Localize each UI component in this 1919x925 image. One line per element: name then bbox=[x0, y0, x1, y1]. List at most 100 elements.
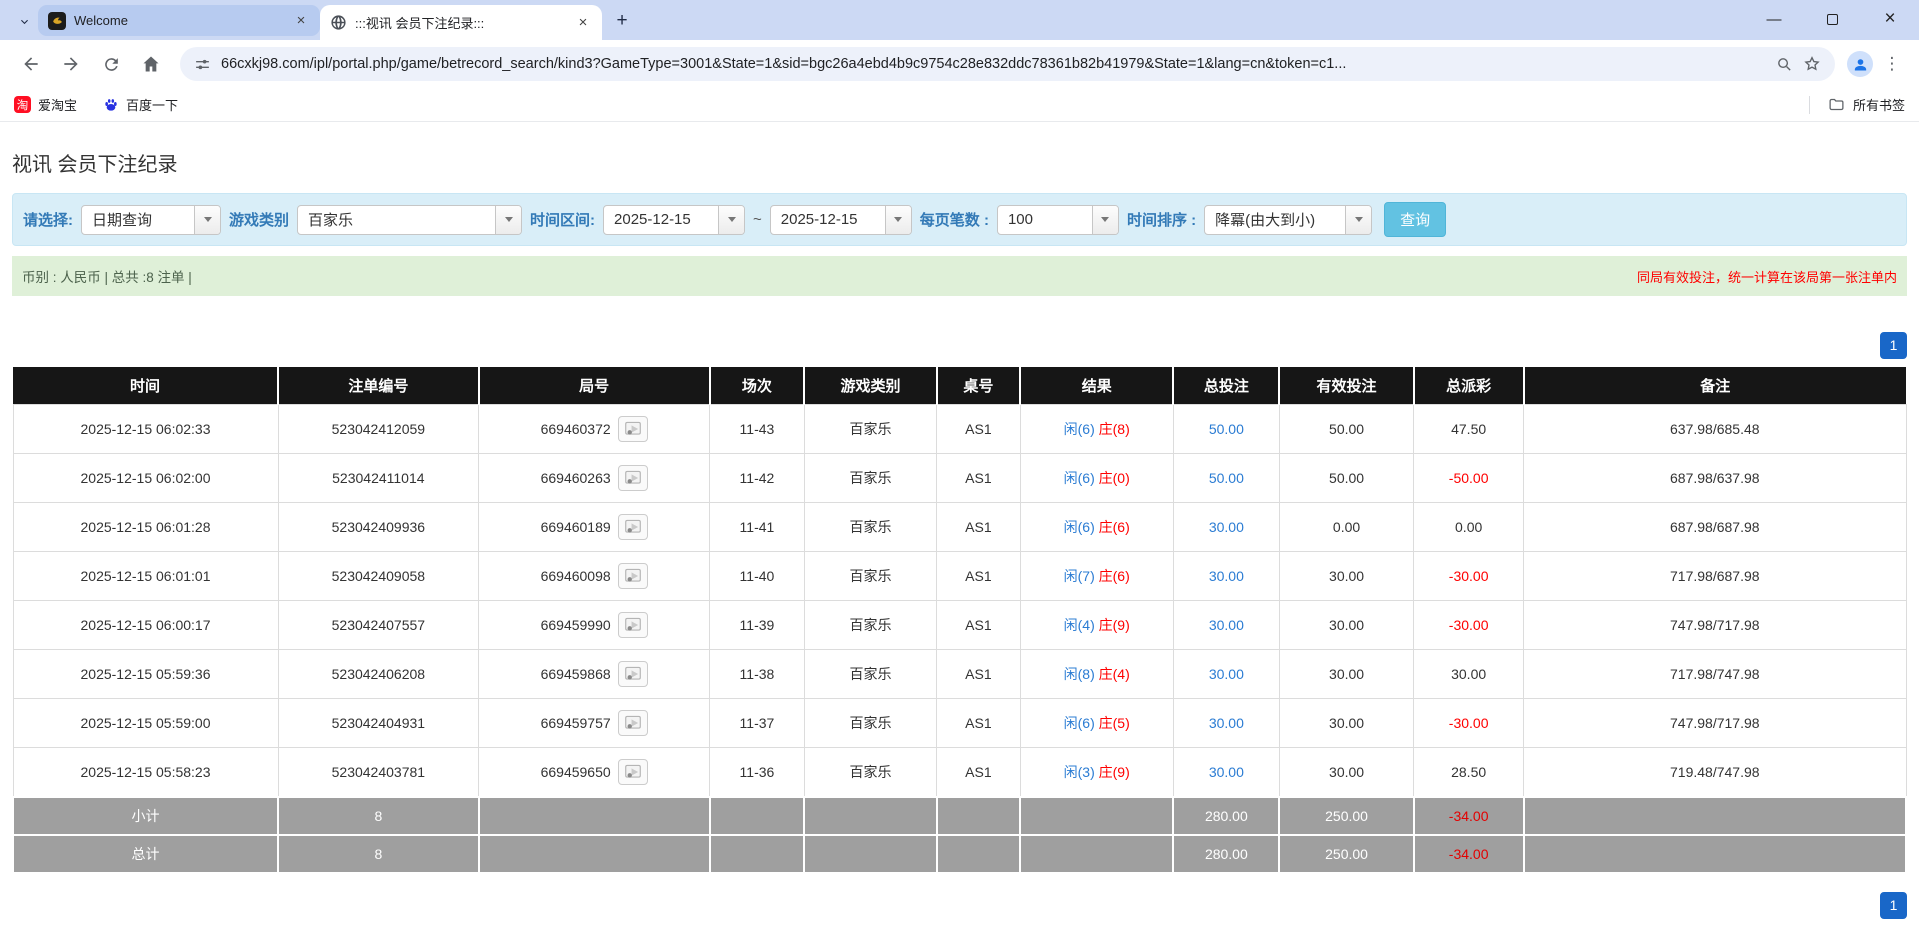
cell-table-no: AS1 bbox=[937, 699, 1020, 748]
summary-row: 总计8280.00250.00-34.00 bbox=[13, 835, 1906, 873]
window-close-button[interactable]: × bbox=[1861, 0, 1919, 38]
tab-betrecord[interactable]: :::视讯 会员下注纪录::: × bbox=[320, 5, 602, 40]
cell-table-no: AS1 bbox=[937, 748, 1020, 798]
pagination-top: 1 bbox=[12, 332, 1907, 359]
cell-payout: -30.00 bbox=[1414, 552, 1524, 601]
url-bar[interactable]: 66cxkj98.com/ipl/portal.php/game/betreco… bbox=[180, 47, 1835, 81]
video-replay-icon[interactable] bbox=[618, 710, 648, 736]
home-icon[interactable] bbox=[134, 47, 168, 81]
cell-round: 669459757 bbox=[479, 699, 710, 748]
page-1-button[interactable]: 1 bbox=[1880, 892, 1907, 919]
summary-note bbox=[1524, 835, 1906, 873]
tilde-separator: ~ bbox=[753, 211, 762, 228]
cell-game-type: 百家乐 bbox=[804, 454, 937, 503]
total-bet-link[interactable]: 30.00 bbox=[1209, 764, 1244, 780]
summary-empty bbox=[1020, 835, 1173, 873]
bookmark-star-icon[interactable] bbox=[1803, 55, 1821, 73]
cell-round: 669460189 bbox=[479, 503, 710, 552]
video-replay-icon[interactable] bbox=[618, 416, 648, 442]
cell-round: 669459868 bbox=[479, 650, 710, 699]
round-number: 669459868 bbox=[541, 666, 611, 682]
cell-payout: -50.00 bbox=[1414, 454, 1524, 503]
currency-summary: 币别 : 人民币 | 总共 :8 注单 | bbox=[22, 266, 192, 286]
sort-select[interactable]: 降冪(由大到小) bbox=[1204, 205, 1372, 235]
video-replay-icon[interactable] bbox=[618, 661, 648, 687]
table-row: 2025-12-15 06:02:33523042412059669460372… bbox=[13, 405, 1906, 454]
cell-payout: -30.00 bbox=[1414, 699, 1524, 748]
window-maximize-button[interactable] bbox=[1803, 0, 1861, 38]
date-to-select[interactable]: 2025-12-15 bbox=[770, 205, 912, 235]
search-button[interactable]: 查询 bbox=[1384, 202, 1446, 237]
back-icon[interactable] bbox=[14, 47, 48, 81]
table-row: 2025-12-15 06:01:01523042409058669460098… bbox=[13, 552, 1906, 601]
page-1-button[interactable]: 1 bbox=[1880, 332, 1907, 359]
chevron-down-icon[interactable] bbox=[1092, 206, 1118, 234]
date-from-select[interactable]: 2025-12-15 bbox=[603, 205, 745, 235]
refresh-icon[interactable] bbox=[94, 47, 128, 81]
tab-close-icon[interactable]: × bbox=[574, 14, 592, 32]
summary-payout: -34.00 bbox=[1414, 835, 1524, 873]
browser-menu-icon[interactable]: ⋮ bbox=[1879, 54, 1905, 74]
table-header: 时间注单编号局号场次游戏类别桌号结果总投注有效投注总派彩备注 bbox=[13, 367, 1906, 405]
video-replay-icon[interactable] bbox=[618, 465, 648, 491]
site-info-tune-icon[interactable] bbox=[194, 56, 211, 73]
table-row: 2025-12-15 06:00:17523042407557669459990… bbox=[13, 601, 1906, 650]
cell-result: 闲(6) 庄(5) bbox=[1020, 699, 1173, 748]
cell-table-no: AS1 bbox=[937, 650, 1020, 699]
video-replay-icon[interactable] bbox=[618, 514, 648, 540]
tab-close-icon[interactable]: × bbox=[292, 12, 310, 30]
bookmark-label: 百度一下 bbox=[126, 95, 178, 114]
cell-bet-id: 523042412059 bbox=[278, 405, 479, 454]
cell-note: 687.98/637.98 bbox=[1524, 454, 1906, 503]
cell-round: 669460263 bbox=[479, 454, 710, 503]
cell-bet-id: 523042406208 bbox=[278, 650, 479, 699]
zoom-magnifier-icon[interactable] bbox=[1776, 56, 1793, 73]
records-table: 时间注单编号局号场次游戏类别桌号结果总投注有效投注总派彩备注 2025-12-1… bbox=[12, 367, 1907, 874]
total-bet-link[interactable]: 50.00 bbox=[1209, 421, 1244, 437]
tab-search-chevron-icon[interactable] bbox=[10, 7, 38, 35]
total-bet-link[interactable]: 30.00 bbox=[1209, 519, 1244, 535]
cell-note: 717.98/687.98 bbox=[1524, 552, 1906, 601]
bookmark-aitaobao[interactable]: 淘 爱淘宝 bbox=[14, 95, 77, 114]
result-banker: 庄(4) bbox=[1099, 666, 1130, 682]
all-bookmarks[interactable]: 所有书签 bbox=[1809, 95, 1905, 114]
cell-result: 闲(8) 庄(4) bbox=[1020, 650, 1173, 699]
summary-empty bbox=[937, 835, 1020, 873]
video-replay-icon[interactable] bbox=[618, 612, 648, 638]
total-bet-link[interactable]: 30.00 bbox=[1209, 617, 1244, 633]
video-replay-icon[interactable] bbox=[618, 563, 648, 589]
cell-time: 2025-12-15 06:01:01 bbox=[13, 552, 278, 601]
summary-label: 小计 bbox=[13, 797, 278, 835]
per-page-select[interactable]: 100 bbox=[997, 205, 1119, 235]
browser-toolbar: 66cxkj98.com/ipl/portal.php/game/betreco… bbox=[0, 40, 1919, 88]
query-type-select[interactable]: 日期查询 bbox=[81, 205, 221, 235]
tab-welcome[interactable]: Welcome × bbox=[38, 5, 320, 36]
total-bet-link[interactable]: 30.00 bbox=[1209, 568, 1244, 584]
new-tab-button[interactable]: + bbox=[608, 7, 636, 35]
total-bet-link[interactable]: 30.00 bbox=[1209, 666, 1244, 682]
video-replay-icon[interactable] bbox=[618, 759, 648, 785]
total-bet-link[interactable]: 50.00 bbox=[1209, 470, 1244, 486]
round-number: 669459757 bbox=[541, 715, 611, 731]
query-type-value: 日期查询 bbox=[82, 206, 194, 234]
total-bet-link[interactable]: 30.00 bbox=[1209, 715, 1244, 731]
bookmark-baidu[interactable]: 百度一下 bbox=[103, 95, 178, 114]
url-text[interactable]: 66cxkj98.com/ipl/portal.php/game/betreco… bbox=[221, 56, 1766, 72]
chevron-down-icon[interactable] bbox=[1345, 206, 1371, 234]
chevron-down-icon[interactable] bbox=[495, 206, 521, 234]
window-minimize-button[interactable]: — bbox=[1745, 0, 1803, 38]
divider bbox=[1809, 96, 1810, 114]
chevron-down-icon[interactable] bbox=[194, 206, 220, 234]
profile-avatar[interactable] bbox=[1847, 51, 1873, 77]
summary-empty bbox=[479, 835, 710, 873]
forward-icon[interactable] bbox=[54, 47, 88, 81]
summary-empty bbox=[710, 797, 805, 835]
chevron-down-icon[interactable] bbox=[718, 206, 744, 234]
chevron-down-icon[interactable] bbox=[885, 206, 911, 234]
date-from-value: 2025-12-15 bbox=[604, 206, 718, 234]
result-player: 闲(6) bbox=[1064, 421, 1095, 437]
game-type-select[interactable]: 百家乐 bbox=[297, 205, 522, 235]
result-banker: 庄(9) bbox=[1099, 764, 1130, 780]
cell-table-no: AS1 bbox=[937, 503, 1020, 552]
cell-valid-bet: 30.00 bbox=[1279, 650, 1413, 699]
